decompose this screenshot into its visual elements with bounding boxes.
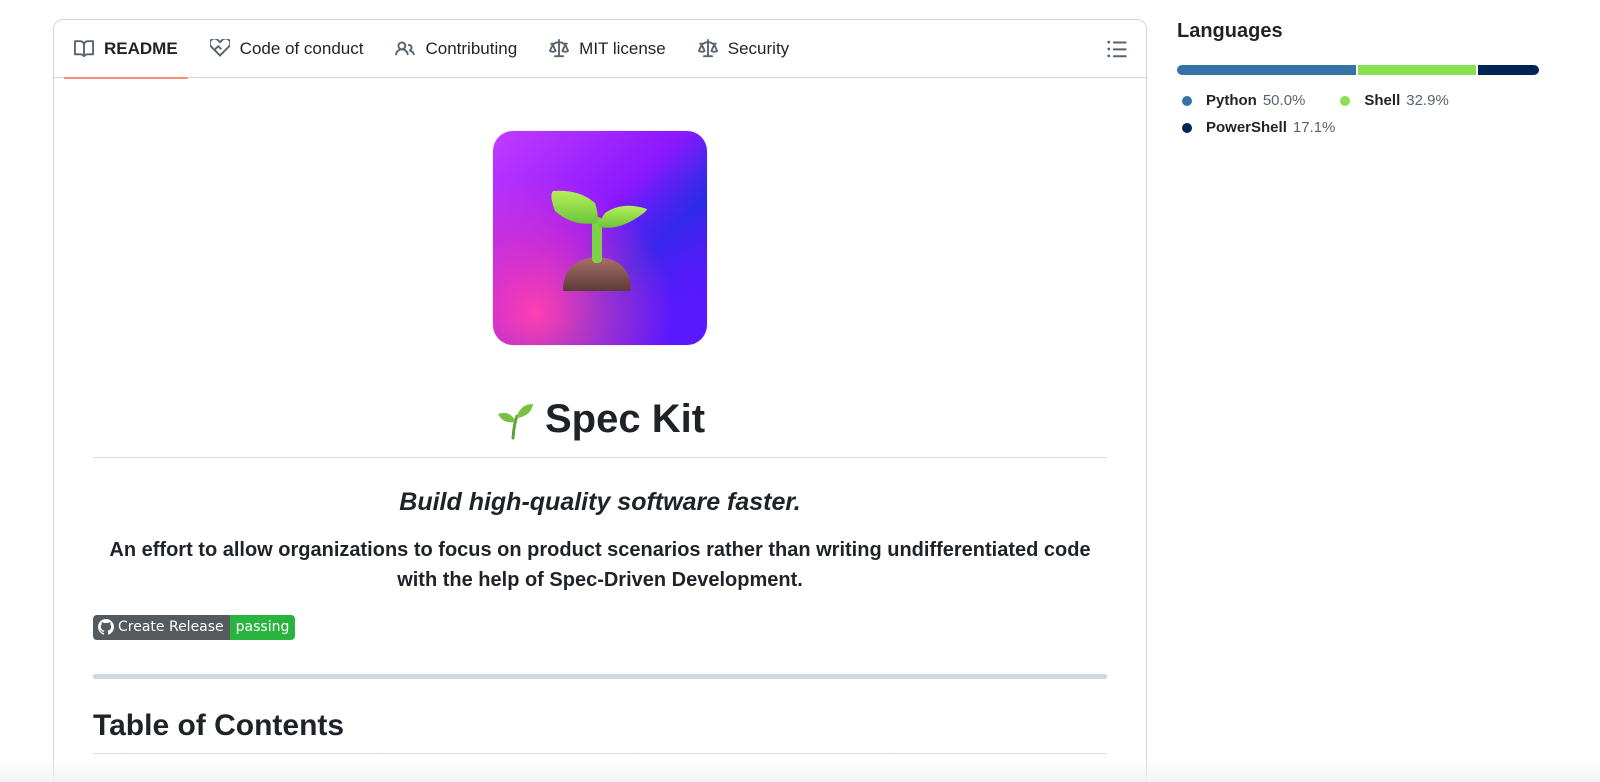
github-icon [98, 619, 114, 635]
tab-security[interactable]: Security [688, 20, 799, 78]
seedling-logo-icon [551, 190, 647, 291]
outline-button[interactable] [1106, 38, 1128, 60]
languages-panel: Languages Python 50.0% Shell 32.9% PowerShel… [1177, 20, 1539, 141]
badge-status: passing [229, 614, 296, 640]
badge-left: Create Release [93, 614, 230, 640]
tab-security-label: Security [727, 38, 790, 58]
create-release-badge[interactable]: Create Release passing [93, 614, 296, 640]
language-percent: 50.0% [1262, 92, 1306, 109]
tab-readme-label: README [104, 38, 178, 58]
readme-title-text: Spec Kit [544, 397, 706, 441]
language-bar-segment-powershell [1477, 65, 1539, 75]
tab-mit-license[interactable]: MIT license [539, 20, 676, 78]
readme-tabbar: README Code of conduct Contributing MIT … [54, 20, 1146, 79]
readme-title: Spec Kit [495, 397, 705, 442]
tab-mit-license-label: MIT license [579, 38, 666, 58]
language-color-dot [1340, 95, 1351, 106]
page: README Code of conduct Contributing MIT … [0, 0, 1600, 782]
language-percent: 17.1% [1292, 119, 1336, 136]
toc-heading: Table of Contents [93, 709, 1107, 754]
languages-list: Python 50.0% Shell 32.9% PowerShell 17.1% [1177, 87, 1539, 141]
readme-description: An effort to allow organizations to focu… [109, 538, 1091, 591]
seedling-icon [495, 400, 535, 440]
people-icon [395, 39, 416, 59]
law-icon [549, 38, 570, 59]
languages-bar [1177, 65, 1539, 75]
language-item-powershell[interactable]: PowerShell 17.1% [1177, 114, 1509, 141]
language-color-dot [1182, 122, 1192, 133]
language-percent: 32.9% [1406, 92, 1449, 109]
languages-heading: Languages [1177, 20, 1283, 42]
language-bar-segment-python [1177, 65, 1356, 75]
spec-kit-logo [493, 131, 707, 345]
tab-code-of-conduct[interactable]: Code of conduct [200, 20, 374, 78]
code-of-conduct-icon [209, 38, 230, 59]
language-bar-segment-shell [1358, 65, 1476, 75]
badge-left-label: Create Release [118, 619, 224, 635]
tab-contributing-label: Contributing [425, 38, 518, 58]
language-item-shell[interactable]: Shell 32.9% [1335, 87, 1449, 114]
language-name: PowerShell [1206, 119, 1287, 136]
language-name: Shell [1364, 92, 1401, 109]
horizontal-rule [93, 674, 1107, 679]
readme-title-row: Spec Kit [93, 397, 1107, 458]
readme-tagline: Build high-quality software faster. [399, 487, 801, 516]
tab-readme[interactable]: README [64, 20, 188, 79]
readme-content: Spec Kit Build high-quality software fas… [54, 78, 1146, 754]
logo-wrap [93, 78, 1107, 345]
tab-contributing[interactable]: Contributing [385, 20, 527, 78]
language-name: Python [1206, 92, 1257, 109]
language-color-dot [1182, 95, 1192, 106]
readme-box: README Code of conduct Contributing MIT … [53, 19, 1147, 782]
list-unordered-icon [1107, 40, 1127, 58]
tab-code-of-conduct-label: Code of conduct [239, 38, 364, 58]
language-item-python[interactable]: Python 50.0% [1177, 87, 1305, 114]
law-icon [697, 38, 718, 59]
book-icon [74, 39, 94, 59]
